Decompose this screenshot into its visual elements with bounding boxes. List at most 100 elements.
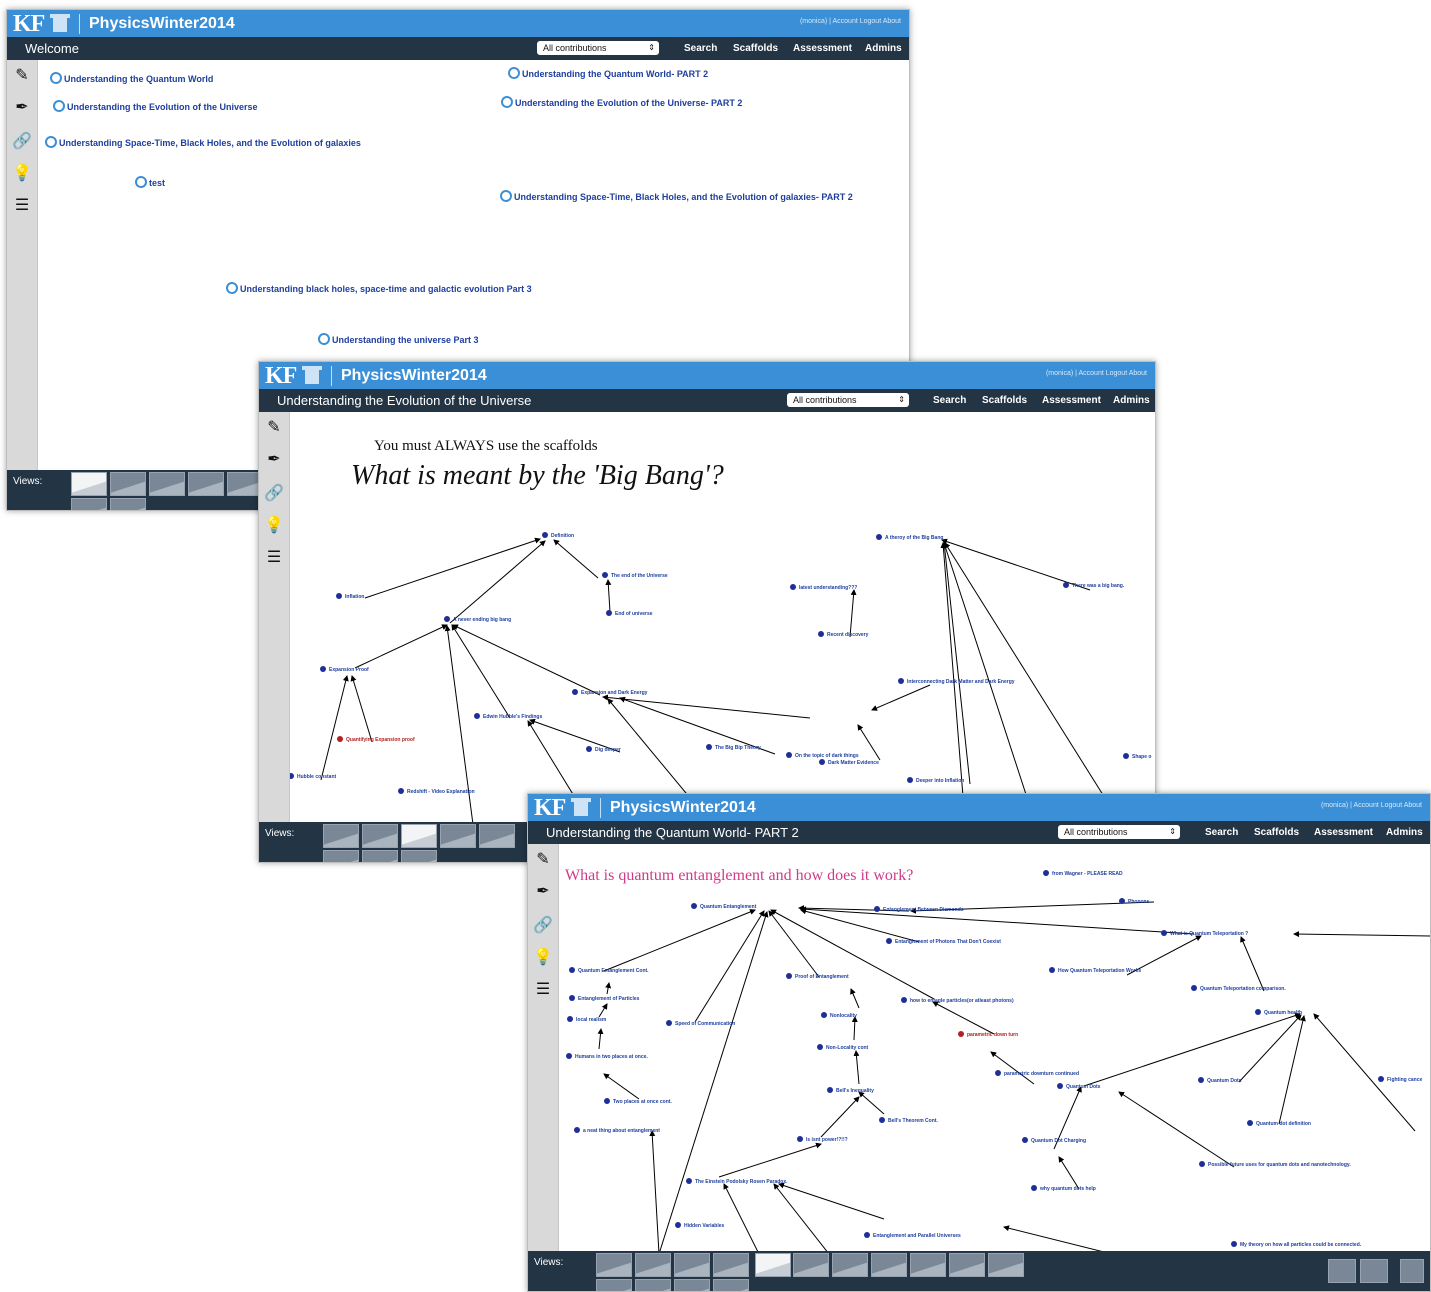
view-thumbnail[interactable] <box>871 1253 907 1277</box>
view-thumbnail[interactable] <box>596 1279 632 1291</box>
note[interactable]: from Wagner - PLEASE READ <box>1043 870 1123 878</box>
view-thumbnail[interactable] <box>635 1279 671 1291</box>
note[interactable]: The Big Bip Theory <box>706 744 761 752</box>
note[interactable]: Quantum Entanglement Cont. <box>569 967 649 975</box>
add-view-icon[interactable] <box>1328 1259 1356 1283</box>
view-link[interactable]: Understanding the universe Part 3 <box>315 330 479 348</box>
note[interactable]: Humans in two places at once. <box>566 1053 648 1061</box>
view-thumbnail[interactable] <box>401 850 437 862</box>
note[interactable]: parametric downturn continued <box>995 1070 1079 1078</box>
list-icon[interactable]: ☰ <box>12 196 32 216</box>
view-link[interactable]: Understanding black holes, space-time an… <box>223 279 532 297</box>
view-canvas[interactable]: You must ALWAYS use the scaffolds What i… <box>290 412 1155 822</box>
view-info-icon[interactable] <box>1360 1259 1388 1283</box>
view-link[interactable]: Understanding the Evolution of the Unive… <box>498 93 742 111</box>
view-thumbnail[interactable] <box>110 472 146 496</box>
contributions-select[interactable]: All contributions ⇕ <box>787 393 909 407</box>
note[interactable]: Dig deeper <box>586 746 621 754</box>
note[interactable]: Bell's Inequality <box>827 1087 874 1095</box>
view-thumbnail[interactable] <box>596 1253 632 1277</box>
view-link[interactable]: Understanding the Quantum World- PART 2 <box>505 64 708 82</box>
link-icon[interactable]: 🔗 <box>12 132 32 152</box>
view-thumbnail[interactable] <box>401 824 437 848</box>
pencil-icon[interactable]: ✎ <box>533 850 553 870</box>
note[interactable]: Expansion Proof <box>320 666 369 674</box>
view-thumbnail[interactable] <box>479 824 515 848</box>
view-thumbnail[interactable] <box>713 1279 749 1291</box>
admins-menu[interactable]: Admins <box>1113 394 1150 407</box>
note[interactable]: Phonons <box>1119 898 1149 906</box>
assessment-menu[interactable]: Assessment <box>1314 826 1373 839</box>
note[interactable]: Bell's Theorem Cont. <box>879 1117 938 1125</box>
community-name[interactable]: PhysicsWinter2014 <box>341 365 487 387</box>
note[interactable]: local realism <box>567 1016 606 1024</box>
account-links[interactable]: (monica) | Account Logout About <box>800 18 901 25</box>
brush-icon[interactable]: ✒ <box>12 98 32 118</box>
fullscreen-icon[interactable] <box>1400 1259 1424 1283</box>
contributions-select[interactable]: All contributions ⇕ <box>537 41 659 55</box>
list-icon[interactable]: ☰ <box>533 980 553 1000</box>
search-menu[interactable]: Search <box>1205 826 1238 839</box>
note[interactable]: Quantifying Expansion proof <box>337 736 415 744</box>
view-thumbnail[interactable] <box>949 1253 985 1277</box>
note[interactable]: Quantum health <box>1255 1009 1302 1017</box>
view-thumbnail[interactable] <box>793 1253 829 1277</box>
note[interactable]: parametric down turn <box>958 1031 1018 1039</box>
view-thumbnail[interactable] <box>910 1253 946 1277</box>
account-links[interactable]: (monica) | Account Logout About <box>1046 370 1147 377</box>
view-thumbnail[interactable] <box>323 824 359 848</box>
note[interactable]: Possible future uses for quantum dots an… <box>1199 1161 1351 1169</box>
view-thumbnail[interactable] <box>188 472 224 496</box>
view-thumbnail[interactable] <box>362 824 398 848</box>
assessment-menu[interactable]: Assessment <box>1042 394 1101 407</box>
brush-icon[interactable]: ✒ <box>533 882 553 902</box>
lightbulb-icon[interactable]: 💡 <box>12 164 32 184</box>
scaffolds-menu[interactable]: Scaffolds <box>733 42 778 55</box>
view-thumbnail[interactable] <box>674 1279 710 1291</box>
assessment-menu[interactable]: Assessment <box>793 42 852 55</box>
community-name[interactable]: PhysicsWinter2014 <box>89 13 235 35</box>
note[interactable]: Fighting cance <box>1378 1076 1422 1084</box>
note[interactable]: Entanglement of Particles <box>569 995 639 1003</box>
note[interactable]: Deeper into Inflation <box>907 777 964 785</box>
view-thumbnail[interactable] <box>674 1253 710 1277</box>
note[interactable]: Dark Matter Evidence <box>819 759 879 767</box>
lightbulb-icon[interactable]: 💡 <box>533 948 553 968</box>
view-thumbnail[interactable] <box>323 850 359 862</box>
pencil-icon[interactable]: ✎ <box>264 418 284 438</box>
note[interactable]: The end of the Universe <box>602 572 668 580</box>
note[interactable]: Quantum Entanglement <box>691 903 756 911</box>
note[interactable]: a neat thing about entanglement <box>574 1127 660 1135</box>
view-thumbnail[interactable] <box>440 824 476 848</box>
note[interactable]: Quantum Dots <box>1198 1077 1241 1085</box>
search-menu[interactable]: Search <box>684 42 717 55</box>
note[interactable]: Quantum Dots <box>1057 1083 1100 1091</box>
note[interactable]: Nonlocality <box>821 1012 857 1020</box>
note[interactable]: Entanglement and Parallel Universes <box>864 1232 961 1240</box>
list-icon[interactable]: ☰ <box>264 548 284 568</box>
note[interactable]: The Einstein Podolsky Rosen Paradox. <box>686 1178 788 1186</box>
view-link[interactable]: Understanding Space-Time, Black Holes, a… <box>497 187 853 205</box>
view-thumbnail[interactable] <box>362 850 398 862</box>
view-thumbnail[interactable] <box>988 1253 1024 1277</box>
view-link[interactable]: Understanding the Evolution of the Unive… <box>50 97 258 115</box>
view-thumbnail[interactable] <box>635 1253 671 1277</box>
note[interactable]: Hubble constant <box>290 773 336 781</box>
note[interactable]: Hidden Variables <box>675 1222 724 1230</box>
note[interactable]: Entanglement of Photons That Don't Coexi… <box>886 938 1001 946</box>
admins-menu[interactable]: Admins <box>1386 826 1423 839</box>
scaffolds-menu[interactable]: Scaffolds <box>982 394 1027 407</box>
note[interactable]: why quantum dots help <box>1031 1185 1096 1193</box>
view-thumbnail[interactable] <box>832 1253 868 1277</box>
scaffolds-menu[interactable]: Scaffolds <box>1254 826 1299 839</box>
link-icon[interactable]: 🔗 <box>264 484 284 504</box>
admins-menu[interactable]: Admins <box>865 42 902 55</box>
view-thumbnail[interactable] <box>71 498 107 510</box>
search-menu[interactable]: Search <box>933 394 966 407</box>
note[interactable]: Shape o <box>1123 753 1151 761</box>
note[interactable]: There was a big bang. <box>1063 582 1124 590</box>
note[interactable]: A theroy of the Big Bang <box>876 534 943 542</box>
note[interactable]: Non-Locality cont <box>817 1044 868 1052</box>
view-thumbnail[interactable] <box>71 472 107 496</box>
note[interactable]: Quantum Dot Charging <box>1022 1137 1086 1145</box>
